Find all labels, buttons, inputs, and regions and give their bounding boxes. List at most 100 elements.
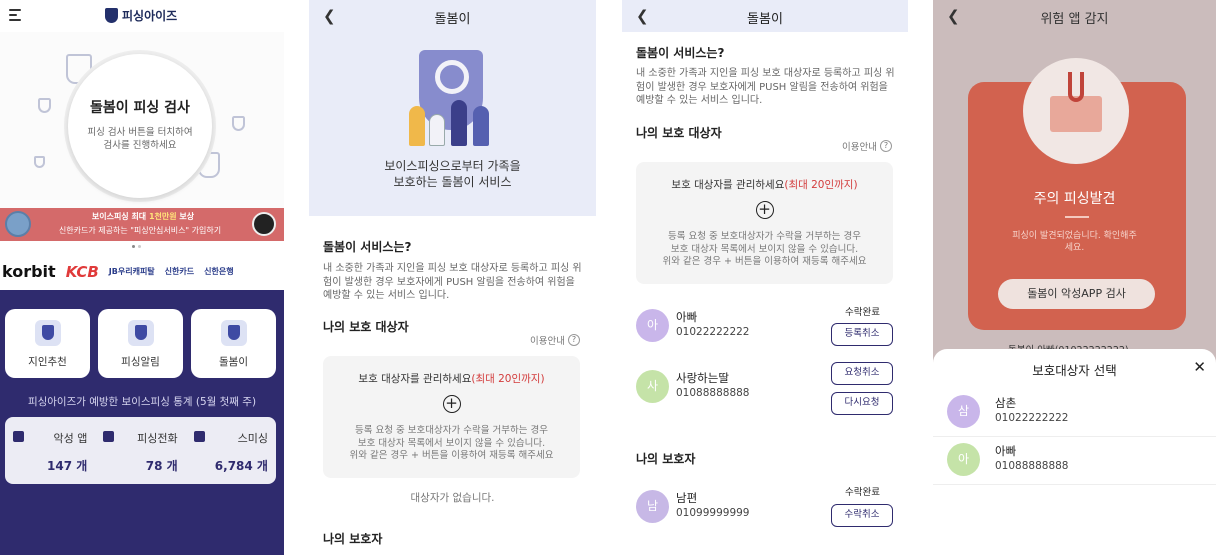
contact-row[interactable]: 삼 삼촌 01022222222 <box>933 389 1216 437</box>
add-plus-icon[interactable]: + <box>755 201 774 219</box>
person-phone: 01088888888 <box>676 387 750 399</box>
family-shield-illustration <box>405 50 501 146</box>
help-icon: ? <box>880 140 892 152</box>
danger-app-screen: ❮ 위험 앱 감지 주의 피싱발견 피싱이 발견되었습니다. 확인해주 세요. … <box>933 0 1216 555</box>
manage-title: 보호 대상자를 관리하세요(최대 20인까지) <box>671 179 858 191</box>
add-protected-card: 보호 대상자를 관리하세요(최대 20인까지) + 등록 요청 중 보호대상자가… <box>636 162 893 284</box>
app-logo: 피싱아이즈 <box>105 7 177 24</box>
hook-icon <box>1068 72 1084 102</box>
avatar: 아 <box>947 443 980 476</box>
shield-decoration-icon <box>38 98 51 113</box>
add-plus-icon[interactable]: + <box>442 395 461 413</box>
hero-line-1: 보이스피싱으로부터 가족을 <box>384 159 521 173</box>
protected-row: 아 아빠 01022222222 수락완료 등록취소 <box>622 303 908 351</box>
guardian-title: 나의 보호자 <box>323 532 383 546</box>
usage-guide[interactable]: 이용안내 ? <box>842 139 892 153</box>
stat-smishing: 스미싱 6,784 개 <box>186 417 276 484</box>
tile-referral[interactable]: 지인추천 <box>5 309 90 378</box>
promo-banner[interactable]: 보이스피싱 최대 1천만원 보상 신한카드가 제공하는 "피싱안심서비스" 가입… <box>0 208 284 241</box>
tile-phishing-alert[interactable]: 피싱알림 <box>98 309 183 378</box>
dolbomi-empty-screen: 보이스피싱으로부터 가족을 보호하는 돌봄이 서비스 ❮ 돌봄이 돌봄이 서비스… <box>309 0 596 555</box>
avatar: 아 <box>636 309 669 342</box>
protected-row: 사 사랑하는딸 01088888888 요청취소 다시요청 <box>622 362 908 415</box>
contact-row[interactable]: 아 아빠 01088888888 <box>933 437 1216 485</box>
person-phone: 01088888888 <box>995 460 1069 472</box>
page-title: 돌봄이 <box>434 12 471 27</box>
page-title: 위험 앱 감지 <box>1040 12 1109 27</box>
scan-description: 피싱 검사 버튼을 터치하여 검사를 진행하세요 <box>87 127 193 151</box>
help-icon: ? <box>568 334 580 346</box>
banner-line-1: 보이스피싱 최대 1천만원 보상 <box>91 212 195 221</box>
stat-value: 78 개 <box>145 459 178 473</box>
avatar: 삼 <box>947 395 980 428</box>
person-name: 아빠 <box>995 444 1017 458</box>
sheet-title: 보호대상자 선택 <box>1032 363 1117 378</box>
tile-dolbomi[interactable]: 돌봄이 <box>191 309 276 378</box>
person-name: 삼촌 <box>995 396 1017 410</box>
person-name: 사랑하는딸 <box>676 371 729 385</box>
about-title: 돌봄이 서비스는? <box>323 240 412 254</box>
bot-icon <box>252 212 276 236</box>
alert-description: 피싱이 발견되었습니다. 확인해주 세요. <box>1012 231 1137 253</box>
request-again-button[interactable]: 다시요청 <box>831 392 893 415</box>
carousel-dots <box>132 245 141 248</box>
bottom-panel: 지인추천 피싱알림 돌봄이 피싱아이즈가 예방한 보이스피싱 통계 (5월 첫째… <box>0 290 284 555</box>
malicious-app-scan-button[interactable]: 돌봄이 악성APP 검사 <box>998 279 1155 309</box>
guardian-row: 남 남편 01099999999 수락완료 수락취소 <box>622 484 908 532</box>
manage-title: 보호 대상자를 관리하세요(최대 20인까지) <box>358 373 545 385</box>
select-protected-sheet: 보호대상자 선택 ✕ 삼 삼촌 01022222222 아 아빠 0108888… <box>933 349 1216 555</box>
home-screen: 피싱아이즈 돌봄이 피싱 검사 피싱 검사 버튼을 터치하여 검사를 진행하세요… <box>0 0 284 555</box>
hero-line-2: 보호하는 돌봄이 서비스 <box>393 175 512 189</box>
person-name: 남편 <box>676 491 698 505</box>
alert-circle <box>1023 58 1129 164</box>
header: ❮ 돌봄이 <box>309 0 596 32</box>
app-name: 피싱아이즈 <box>122 9 178 23</box>
avatar: 사 <box>636 370 669 403</box>
partner-shinhan-card: 신한카드 <box>164 267 195 276</box>
add-protected-card: 보호 대상자를 관리하세요(최대 20인까지) + 등록 요청 중 보호대상자가… <box>323 356 580 478</box>
stat-label: 악성 앱 <box>53 432 88 445</box>
empty-message: 대상자가 없습니다. <box>410 492 495 504</box>
stats-caption: 피싱아이즈가 예방한 보이스피싱 통계 (5월 첫째 주) <box>27 396 257 408</box>
shield-icon <box>220 320 247 346</box>
usage-guide[interactable]: 이용안내 ? <box>530 333 580 347</box>
person-icon <box>5 211 31 237</box>
shield-decoration-icon <box>232 116 245 131</box>
tile-label: 피싱알림 <box>121 356 160 368</box>
person-phone: 01022222222 <box>995 412 1069 424</box>
scan-title: 돌봄이 피싱 검사 <box>90 100 190 116</box>
cancel-registration-button[interactable]: 등록취소 <box>831 323 893 346</box>
cancel-acceptance-button[interactable]: 수락취소 <box>831 504 893 527</box>
phishing-scan-button[interactable]: 돌봄이 피싱 검사 피싱 검사 버튼을 터치하여 검사를 진행하세요 <box>68 54 212 198</box>
stat-label: 스미싱 <box>237 432 268 445</box>
top-bar: 피싱아이즈 <box>0 0 284 32</box>
stat-label: 피싱전화 <box>137 432 178 445</box>
stat-value: 6,784 개 <box>214 459 268 473</box>
avatar: 남 <box>636 490 669 523</box>
tile-label: 지인추천 <box>28 356 67 368</box>
stat-phishing-call: 피싱전화 78 개 <box>95 417 185 484</box>
status-badge: 수락완료 <box>845 487 880 498</box>
partner-logos: korbit KCB JB우리캐피탈 신한카드 신한은행 <box>0 253 284 290</box>
header: ❮ 위험 앱 감지 <box>933 0 1216 32</box>
partner-korbit: korbit <box>2 262 56 281</box>
divider <box>1065 216 1089 218</box>
about-description: 내 소중한 가족과 지인을 피싱 보호 대상자로 등록하고 피싱 위험이 발생한… <box>323 263 582 301</box>
status-badge: 수락완료 <box>845 307 880 318</box>
dolbomi-list-screen: ❮ 돌봄이 돌봄이 서비스는? 내 소중한 가족과 지인을 피싱 보호 대상자로… <box>622 0 908 555</box>
menu-icon[interactable] <box>9 9 21 21</box>
hero-text: 보이스피싱으로부터 가족을 보호하는 돌봄이 서비스 <box>309 158 596 190</box>
gift-icon <box>34 320 61 346</box>
guide-label: 이용안내 <box>842 142 877 153</box>
partner-jb: JB우리캐피탈 <box>108 267 155 276</box>
service-hero: 보이스피싱으로부터 가족을 보호하는 돌봄이 서비스 <box>309 0 596 216</box>
protected-title: 나의 보호 대상자 <box>323 320 409 334</box>
about-description: 내 소중한 가족과 지인을 피싱 보호 대상자로 등록하고 피싱 위험이 발생한… <box>636 68 895 106</box>
stats-card: 악성 앱 147 개 피싱전화 78 개 스미싱 6,784 개 <box>5 417 276 484</box>
tile-label: 돌봄이 <box>219 356 248 368</box>
app-icon <box>13 431 24 442</box>
stat-malicious-app: 악성 앱 147 개 <box>5 417 95 484</box>
close-icon[interactable]: ✕ <box>1193 358 1206 376</box>
cancel-request-button[interactable]: 요청취소 <box>831 362 893 385</box>
menu-tiles: 지인추천 피싱알림 돌봄이 <box>5 309 276 378</box>
